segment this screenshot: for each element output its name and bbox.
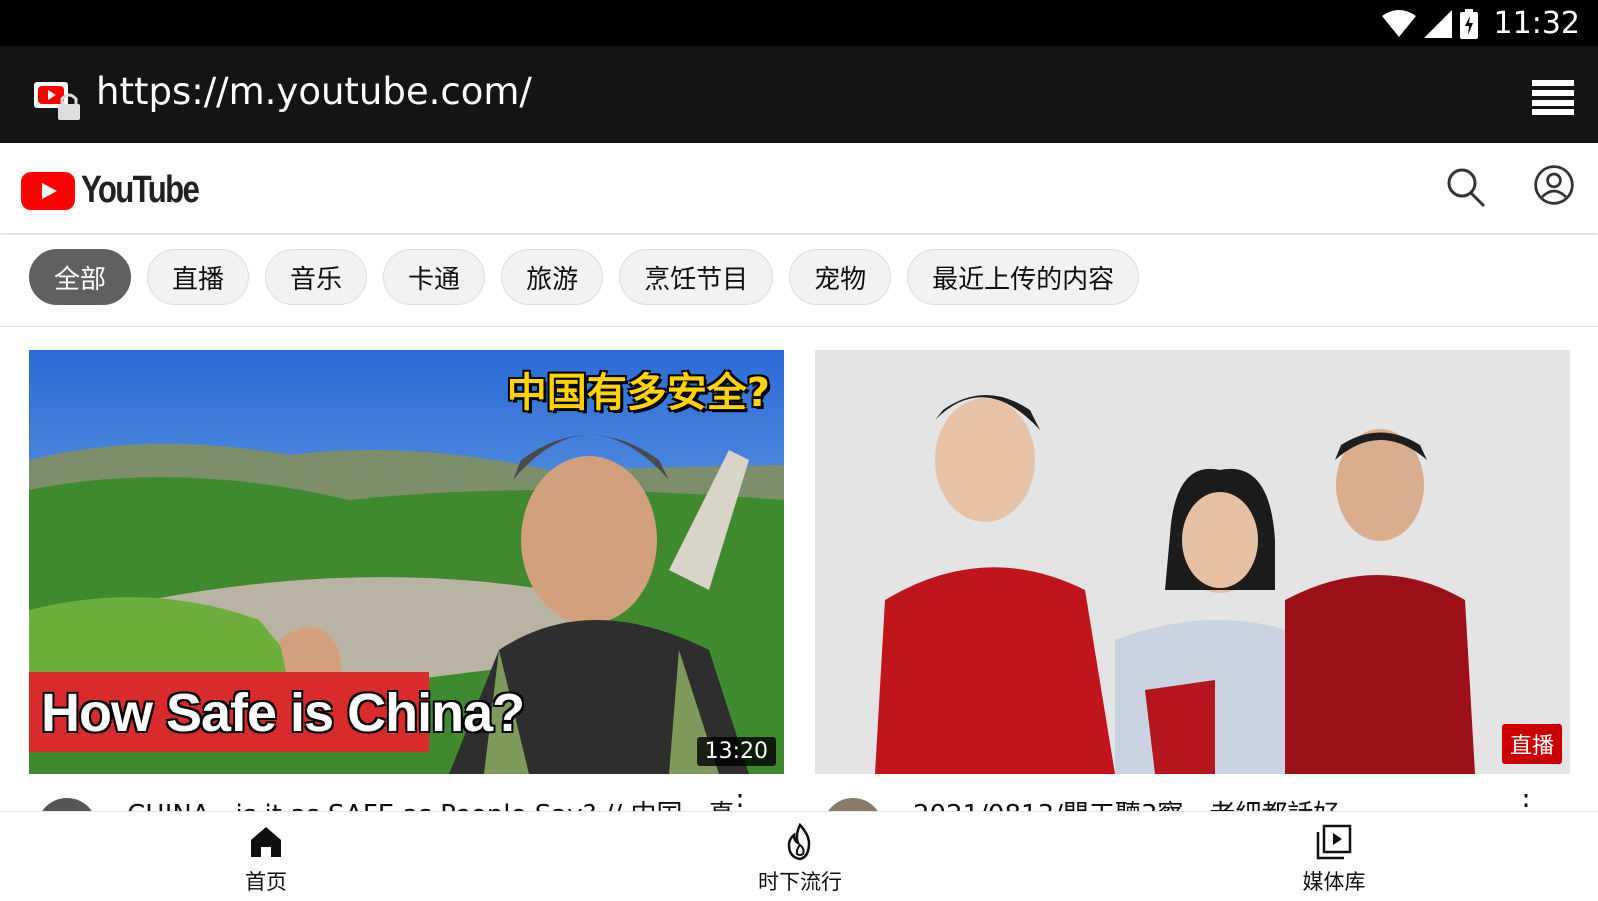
thumbnail-image: [815, 350, 1570, 774]
nav-home-label: 首页: [245, 870, 287, 894]
chip-recently-uploaded[interactable]: 最近上传的内容: [907, 249, 1140, 305]
brand-name: YouTube: [81, 169, 200, 211]
nav-library-label: 媒体库: [1302, 870, 1366, 894]
nav-trending[interactable]: 时下流行: [730, 822, 870, 896]
chip-travel[interactable]: 旅游: [501, 249, 604, 305]
chip-all[interactable]: 全部: [29, 249, 132, 305]
tabs-menu-icon[interactable]: [1530, 78, 1576, 116]
library-icon: [1316, 824, 1352, 860]
youtube-play-icon: [21, 171, 75, 210]
account-icon[interactable]: [1532, 163, 1576, 207]
bottom-navigation: 首页 时下流行 媒体库: [0, 811, 1598, 901]
home-icon: [251, 827, 281, 857]
nav-library[interactable]: 媒体库: [1264, 822, 1404, 896]
duration-badge: 13:20: [696, 737, 776, 766]
video-thumbnail[interactable]: 中国有多安全? How Safe is China? 13:20: [29, 350, 784, 774]
thumbnail-caption: 中国有多安全?: [506, 370, 770, 416]
chip-cooking[interactable]: 烹饪节目: [619, 249, 774, 305]
video-card[interactable]: 直播 2021/0813/閒工聽3察，老細都話好 ⋮: [815, 350, 1570, 858]
wifi-icon: [1381, 9, 1416, 37]
video-thumbnail[interactable]: 直播: [815, 350, 1570, 774]
live-badge: 直播: [1501, 724, 1562, 764]
chip-music[interactable]: 音乐: [265, 249, 368, 305]
status-icons: 11:32: [1381, 6, 1580, 41]
youtube-lock-icon[interactable]: [34, 78, 82, 122]
chip-live[interactable]: 直播: [147, 249, 250, 305]
video-card[interactable]: 中国有多安全? How Safe is China? 13:20 CHINA -…: [29, 350, 784, 858]
chip-cartoon[interactable]: 卡通: [383, 249, 486, 305]
browser-url-bar: https://m.youtube.com/: [0, 46, 1598, 143]
trending-fire-icon: [787, 823, 811, 861]
clock: 11:32: [1493, 6, 1580, 41]
status-bar: 11:32: [0, 0, 1598, 46]
youtube-logo[interactable]: YouTube: [21, 169, 224, 212]
nav-home[interactable]: 首页: [196, 822, 336, 896]
search-icon[interactable]: [1444, 165, 1488, 209]
chip-list: 全部 直播 音乐 卡通 旅游 烹饪节目 宠物 最近上传的内容: [29, 249, 1140, 305]
thumbnail-title: How Safe is China?: [41, 683, 525, 743]
category-chip-bar: 全部 直播 音乐 卡通 旅游 烹饪节目 宠物 最近上传的内容: [0, 235, 1598, 327]
chip-pets[interactable]: 宠物: [789, 249, 892, 305]
url-text[interactable]: https://m.youtube.com/: [96, 70, 532, 113]
nav-trending-label: 时下流行: [758, 870, 842, 894]
youtube-header: YouTube: [0, 143, 1598, 233]
battery-charging-icon: [1459, 8, 1478, 39]
cell-signal-icon: [1423, 9, 1452, 38]
